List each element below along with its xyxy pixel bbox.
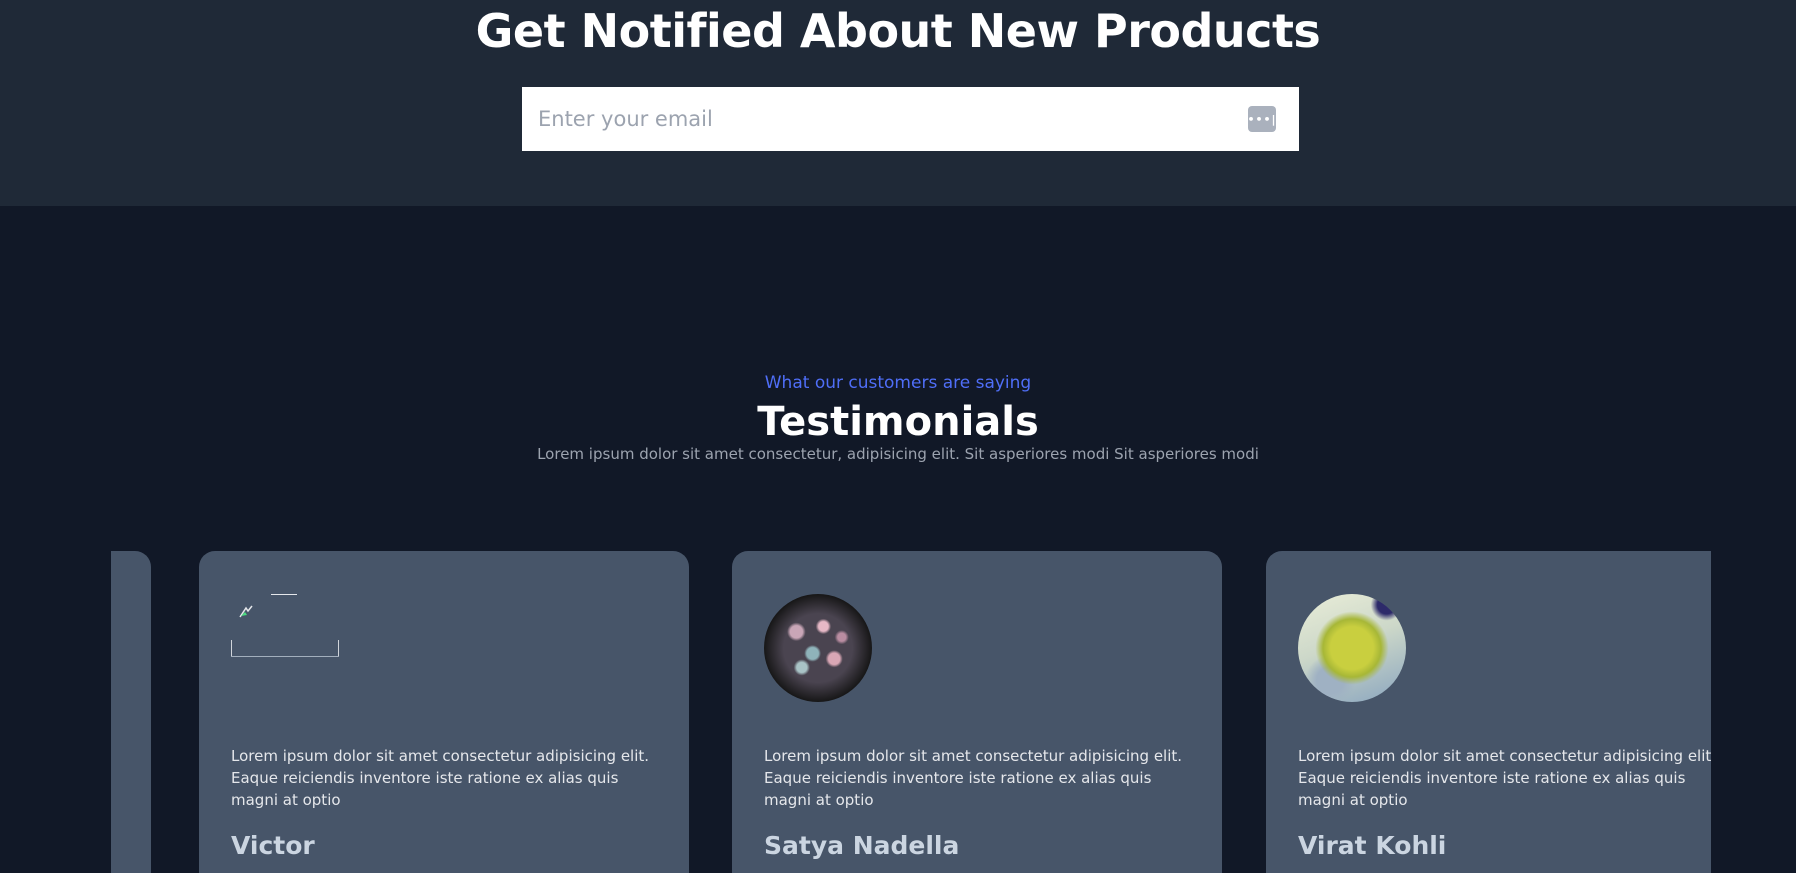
broken-image-border: [271, 594, 297, 595]
testimonial-card: Lorem ipsum dolor sit amet consectetur a…: [199, 551, 689, 873]
email-input[interactable]: [522, 87, 1222, 151]
broken-image-border: [231, 640, 232, 656]
testimonial-card-partial: [111, 551, 151, 873]
avatar-photo: [1298, 594, 1406, 702]
broken-image-border: [338, 640, 339, 656]
broken-image-icon: [239, 605, 253, 618]
avatar-broken-image: [231, 594, 339, 702]
testimonial-card: Lorem ipsum dolor sit amet consectetur a…: [1266, 551, 1711, 873]
testimonial-card: Lorem ipsum dolor sit amet consectetur a…: [732, 551, 1222, 873]
password-manager-key-icon[interactable]: •••|: [1247, 106, 1276, 132]
testimonial-quote: Lorem ipsum dolor sit amet consectetur a…: [231, 747, 650, 809]
email-signup-box: •••|: [522, 87, 1299, 151]
broken-image-border: [231, 656, 339, 657]
testimonials-carousel[interactable]: Lorem ipsum dolor sit amet consectetur a…: [111, 551, 1711, 873]
testimonial-name: Virat Kohli: [1298, 831, 1447, 860]
testimonial-name: Victor: [231, 831, 315, 860]
newsletter-section: Get Notified About New Products •••|: [0, 0, 1796, 206]
testimonial-name: Satya Nadella: [764, 831, 960, 860]
testimonial-quote: Lorem ipsum dolor sit amet consectetur a…: [764, 747, 1183, 809]
testimonials-eyebrow: What our customers are saying: [764, 373, 1032, 393]
avatar-photo: [764, 594, 872, 702]
testimonials-subtitle: Lorem ipsum dolor sit amet consectetur, …: [537, 445, 1259, 463]
testimonial-quote: Lorem ipsum dolor sit amet consectetur a…: [1298, 747, 1711, 809]
newsletter-heading: Get Notified About New Products: [475, 4, 1321, 58]
testimonials-title: Testimonials: [757, 399, 1039, 445]
